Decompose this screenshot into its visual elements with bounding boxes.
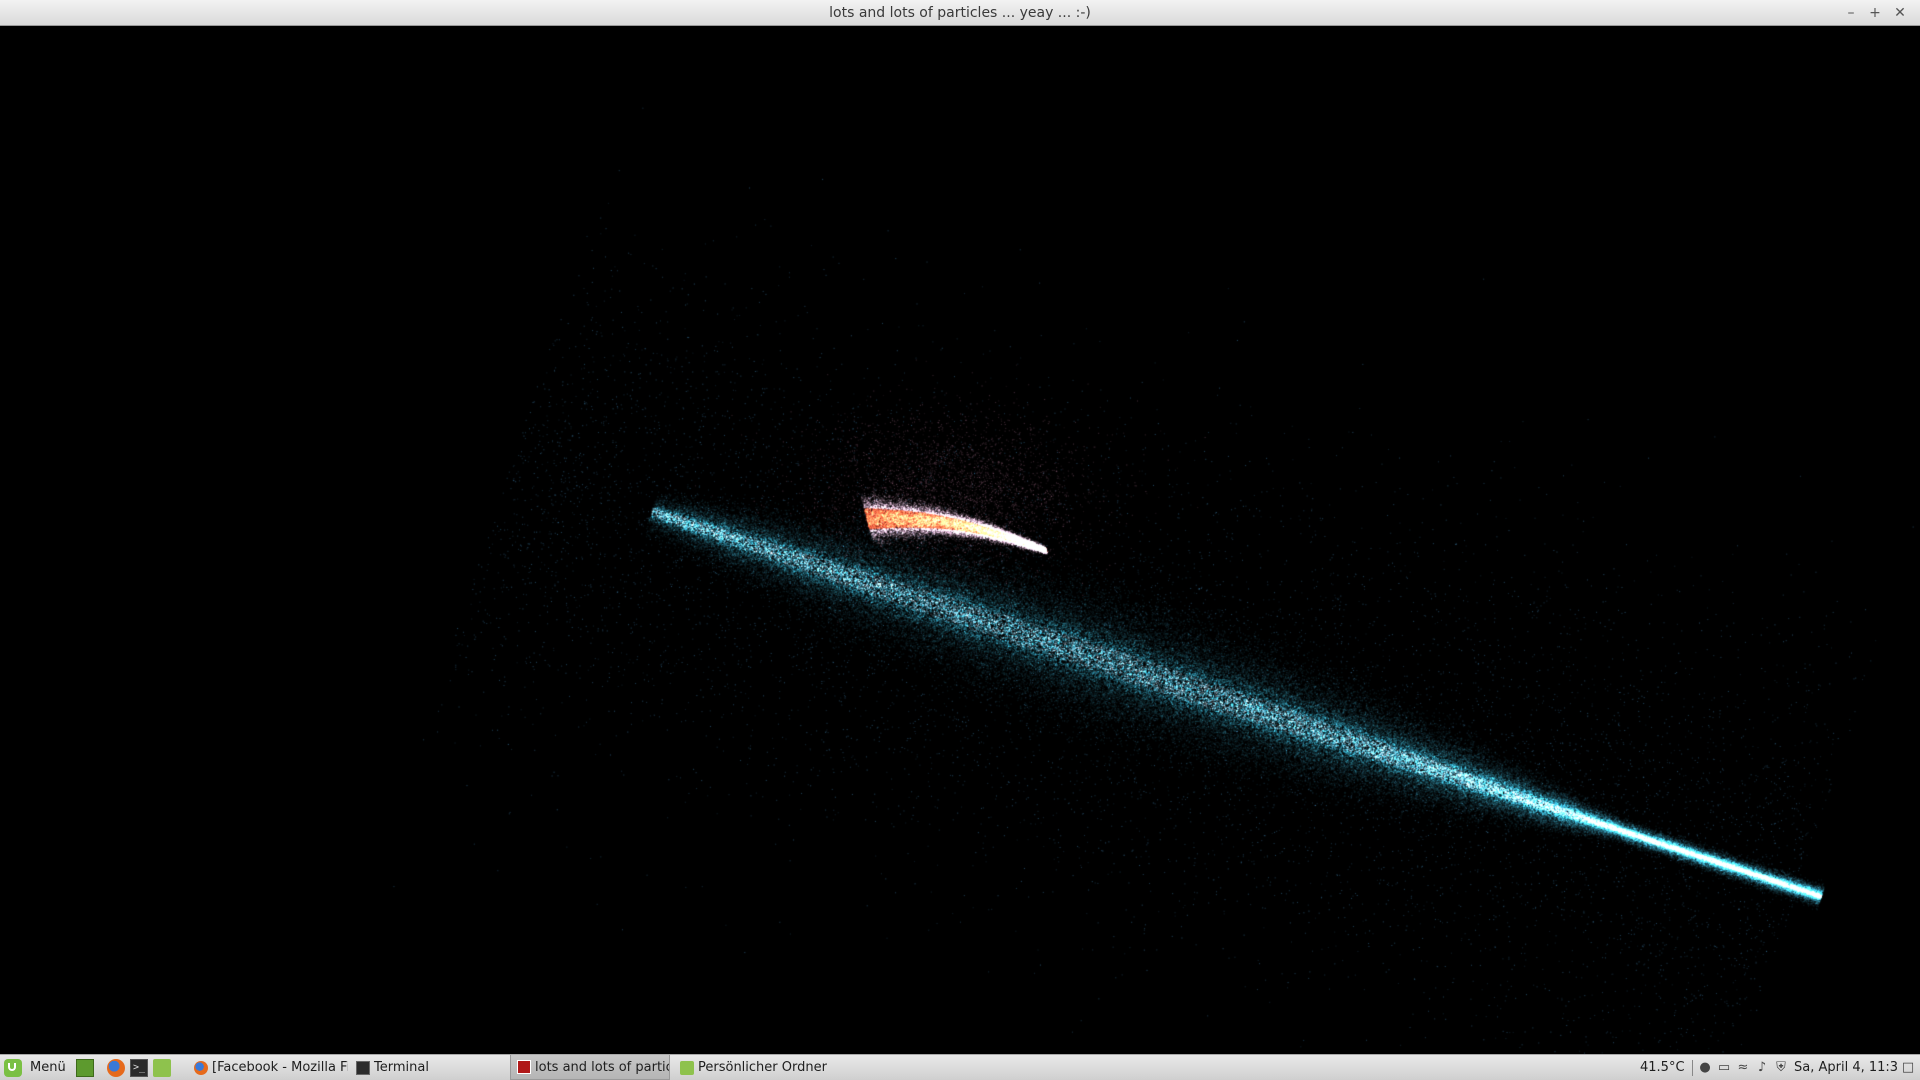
tray-separator [1692, 1060, 1693, 1076]
window-title: lots and lots of particles ... yeay ... … [829, 5, 1091, 21]
shield-icon[interactable]: ⛨ [1773, 1060, 1789, 1076]
task-firefox-facebook[interactable]: [Facebook - Mozilla Fi... [188, 1055, 348, 1080]
close-button[interactable]: ✕ [1890, 3, 1910, 23]
terminal-launcher-icon[interactable]: >_ [130, 1059, 148, 1077]
menu-label: Menü [30, 1060, 66, 1075]
particle-canvas[interactable] [1, 26, 1919, 1054]
task-label: lots and lots of particl... [535, 1059, 669, 1075]
cpu-temperature[interactable]: 41.5°C [1640, 1055, 1690, 1080]
task-terminal[interactable]: Terminal [350, 1055, 510, 1080]
show-desktop-launcher-icon[interactable] [76, 1059, 94, 1077]
volume-icon[interactable]: ♪ [1754, 1060, 1770, 1076]
application-window: lots and lots of particles ... yeay ... … [0, 0, 1920, 1054]
minimize-button[interactable]: – [1841, 3, 1861, 23]
window-titlebar[interactable]: lots and lots of particles ... yeay ... … [0, 0, 1920, 26]
clock[interactable]: Sa, April 4, 11:34 [1794, 1055, 1898, 1080]
firefox-icon [194, 1060, 208, 1075]
mint-logo-icon [4, 1058, 22, 1077]
wifi-icon[interactable]: ≈ [1735, 1060, 1751, 1076]
task-home-folder[interactable]: Persönlicher Ordner [674, 1055, 834, 1080]
files-launcher-icon[interactable] [153, 1059, 171, 1077]
firefox-launcher-icon[interactable] [107, 1059, 125, 1077]
app-icon [517, 1060, 531, 1074]
taskbar: Menü >_ [Facebook - Mozilla Fi... Termin… [0, 1054, 1920, 1080]
task-particles-app[interactable]: lots and lots of particl... [510, 1055, 670, 1080]
menu-button[interactable]: Menü [2, 1055, 68, 1080]
task-label: [Facebook - Mozilla Fi... [212, 1060, 348, 1075]
task-label: Terminal [374, 1060, 429, 1075]
display-icon[interactable]: ▭ [1716, 1060, 1732, 1076]
user-icon[interactable]: ● [1697, 1060, 1713, 1076]
show-desktop-icon[interactable]: □ [1900, 1060, 1916, 1076]
task-label: Persönlicher Ordner [698, 1060, 827, 1075]
maximize-button[interactable]: + [1865, 3, 1885, 23]
terminal-icon [356, 1060, 370, 1075]
folder-icon [680, 1060, 694, 1075]
particle-viewport[interactable] [1, 26, 1919, 1054]
